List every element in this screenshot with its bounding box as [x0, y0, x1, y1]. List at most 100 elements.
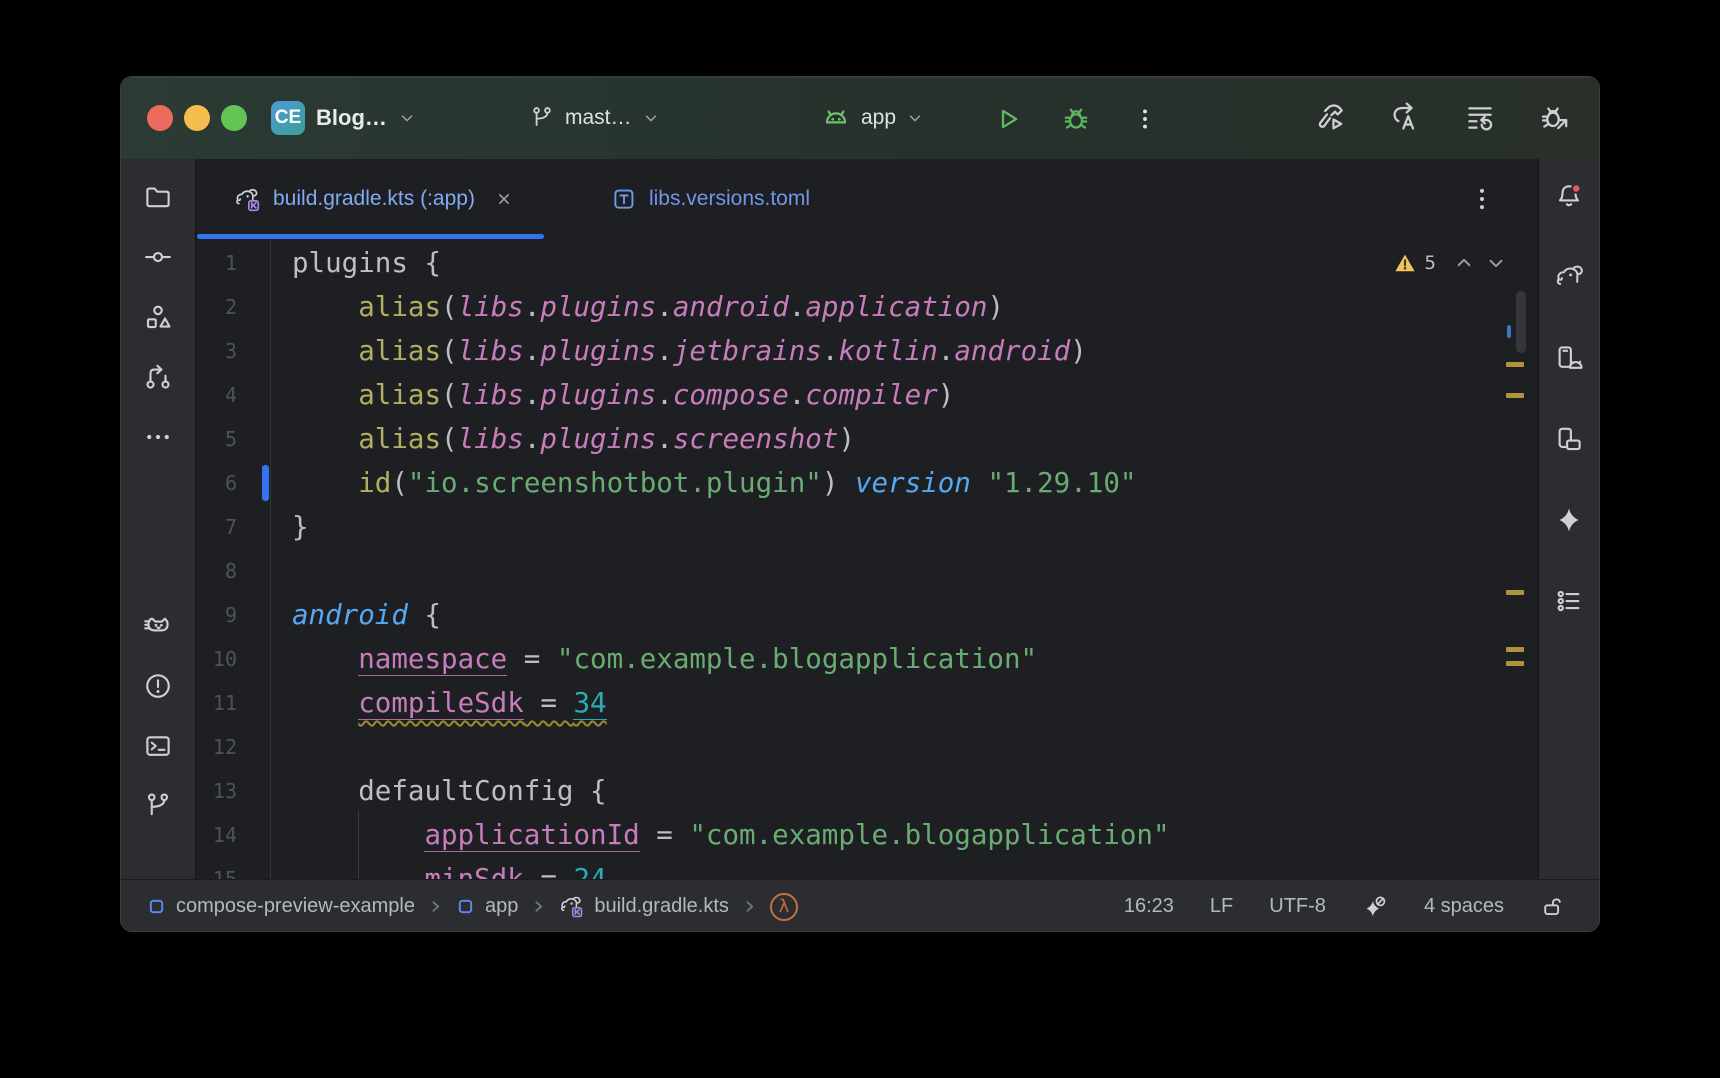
run-configuration-widget[interactable]: app	[821, 77, 924, 159]
tab-libs-versions[interactable]: libs.versions.toml	[573, 159, 840, 239]
commit-icon[interactable]	[143, 242, 173, 272]
warning-stripe-mark[interactable]	[1506, 393, 1524, 398]
toml-file-icon	[611, 186, 637, 212]
run-config-name: app	[861, 106, 896, 130]
file-encoding[interactable]: UTF-8	[1269, 895, 1326, 918]
branch-widget[interactable]: mast…	[529, 77, 660, 159]
code-editor[interactable]: 1plugins {2 alias(libs.plugins.android.a…	[196, 239, 1538, 879]
git-branch-icon[interactable]	[143, 791, 173, 821]
running-devices-icon[interactable]	[1554, 424, 1584, 454]
minimize-window-button[interactable]	[184, 105, 210, 131]
line-number[interactable]: 1	[196, 251, 237, 275]
line-number[interactable]: 15	[196, 867, 237, 879]
code-line[interactable]: 9android {	[196, 593, 1538, 637]
code-line[interactable]: 4 alias(libs.plugins.compose.compiler)	[196, 373, 1538, 417]
terminal-icon[interactable]	[143, 731, 173, 761]
restore-lines-icon[interactable]	[1464, 102, 1496, 134]
gradle-icon[interactable]	[1554, 262, 1584, 292]
code-text: android {	[237, 599, 441, 631]
code-line[interactable]: 10 namespace = "com.example.blogapplicat…	[196, 637, 1538, 681]
line-number[interactable]: 10	[196, 647, 237, 671]
cursor-position[interactable]: 16:23	[1124, 895, 1174, 918]
code-line[interactable]: 14 applicationId = "com.example.blogappl…	[196, 813, 1538, 857]
line-number[interactable]: 8	[196, 559, 237, 583]
vcs-change-stripe-mark[interactable]	[1507, 325, 1511, 338]
breadcrumb-item-file[interactable]: build.gradle.kts	[559, 894, 729, 919]
warning-stripe-mark[interactable]	[1506, 362, 1524, 367]
code-text: minSdk = 24	[237, 863, 607, 879]
line-number[interactable]: 11	[196, 691, 237, 715]
code-line[interactable]: 12	[196, 725, 1538, 769]
build-run-icon[interactable]	[1314, 102, 1346, 134]
ai-assistant-off-icon[interactable]	[1362, 894, 1388, 920]
line-number[interactable]: 5	[196, 427, 237, 451]
line-number[interactable]: 14	[196, 823, 237, 847]
line-number[interactable]: 12	[196, 735, 237, 759]
line-number[interactable]: 3	[196, 339, 237, 363]
code-text: namespace = "com.example.blogapplication…	[237, 643, 1037, 675]
code-text: applicationId = "com.example.blogapplica…	[237, 819, 1170, 851]
code-line[interactable]: 8	[196, 549, 1538, 593]
project-widget[interactable]: CE Blog…	[271, 77, 416, 159]
tab-build-gradle[interactable]: build.gradle.kts (:app)	[196, 159, 545, 239]
more-tools-icon[interactable]	[143, 422, 173, 452]
project-folder-icon[interactable]	[143, 182, 173, 212]
code-text: alias(libs.plugins.compose.compiler)	[237, 379, 954, 411]
previous-problem-chevron-up-icon[interactable]	[1452, 251, 1476, 275]
chevron-down-icon	[398, 109, 416, 127]
breadcrumb-item-project[interactable]: compose-preview-example	[147, 895, 415, 918]
line-number[interactable]: 2	[196, 295, 237, 319]
tab-options-kebab-icon[interactable]	[1468, 185, 1496, 213]
more-kebab-icon[interactable]	[1129, 103, 1161, 135]
gemini-sparkle-icon[interactable]	[1554, 505, 1584, 535]
code-line[interactable]: 1plugins {	[196, 241, 1538, 285]
unlock-icon[interactable]	[1540, 894, 1565, 919]
project-name: Blog…	[316, 105, 387, 131]
chevron-down-icon	[642, 109, 660, 127]
zoom-window-button[interactable]	[221, 105, 247, 131]
indent-setting[interactable]: 4 spaces	[1424, 895, 1504, 918]
device-manager-icon[interactable]	[1554, 343, 1584, 373]
code-line[interactable]: 2 alias(libs.plugins.android.application…	[196, 285, 1538, 329]
code-line[interactable]: 3 alias(libs.plugins.jetbrains.kotlin.an…	[196, 329, 1538, 373]
kotlin-script-badge[interactable]: λ	[770, 893, 798, 921]
chevron-down-icon	[906, 109, 924, 127]
close-icon[interactable]	[493, 188, 515, 210]
code-line[interactable]: 15 minSdk = 24	[196, 857, 1538, 879]
todo-list-icon[interactable]	[1554, 586, 1584, 616]
structure-icon[interactable]	[143, 302, 173, 332]
warning-stripe-mark[interactable]	[1506, 590, 1524, 595]
close-window-button[interactable]	[147, 105, 173, 131]
logcat-icon[interactable]	[143, 611, 173, 641]
line-number[interactable]: 4	[196, 383, 237, 407]
status-widgets: 16:23 LF UTF-8 4 spaces	[1124, 894, 1565, 920]
code-line[interactable]: 5 alias(libs.plugins.screenshot)	[196, 417, 1538, 461]
line-separator[interactable]: LF	[1210, 895, 1233, 918]
code-line[interactable]: 7}	[196, 505, 1538, 549]
git-branch-icon	[529, 105, 555, 131]
attach-debugger-icon[interactable]	[1539, 102, 1571, 134]
sync-translate-icon[interactable]	[1389, 102, 1421, 134]
inspections-widget[interactable]: 5	[1393, 251, 1508, 275]
line-number[interactable]: 7	[196, 515, 237, 539]
code-text: defaultConfig {	[237, 775, 607, 807]
problems-icon[interactable]	[143, 671, 173, 701]
run-button[interactable]	[992, 103, 1024, 135]
line-number[interactable]: 13	[196, 779, 237, 803]
warning-stripe-mark[interactable]	[1506, 661, 1524, 666]
scrollbar-thumb[interactable]	[1516, 291, 1526, 353]
left-toolwindow-rail	[121, 159, 195, 879]
line-number[interactable]: 6	[196, 471, 237, 495]
code-line[interactable]: 11 compileSdk = 34	[196, 681, 1538, 725]
pull-requests-icon[interactable]	[143, 362, 173, 392]
branch-name: mast…	[565, 106, 632, 130]
warning-stripe-mark[interactable]	[1506, 647, 1524, 652]
code-line[interactable]: 6 id("io.screenshotbot.plugin") version …	[196, 461, 1538, 505]
code-line[interactable]: 13 defaultConfig {	[196, 769, 1538, 813]
breadcrumb-item-module[interactable]: app	[456, 895, 518, 918]
error-stripe[interactable]	[1494, 239, 1538, 879]
debug-button[interactable]	[1060, 103, 1092, 135]
line-number[interactable]: 9	[196, 603, 237, 627]
notifications-bell-icon[interactable]	[1554, 181, 1584, 211]
titlebar: CE Blog… mast…	[121, 77, 1599, 159]
